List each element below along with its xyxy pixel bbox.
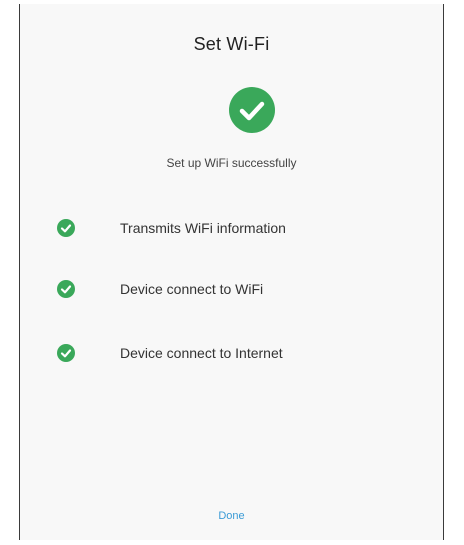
step-device-connect-internet: Device connect to Internet [57, 342, 283, 364]
check-circle-icon [57, 219, 75, 237]
status-message: Set up WiFi successfully [166, 156, 297, 170]
success-check-icon [229, 87, 275, 133]
step-device-connect-wifi: Device connect to WiFi [57, 278, 263, 300]
step-label: Device connect to Internet [120, 345, 283, 361]
check-circle-icon [57, 344, 75, 362]
step-label: Transmits WiFi information [120, 220, 286, 236]
done-button[interactable]: Done [20, 510, 443, 522]
step-label: Device connect to WiFi [120, 281, 264, 297]
dialog-title: Set Wi-Fi [193, 34, 270, 54]
step-transmit-wifi-info: Transmits WiFi information [57, 217, 286, 239]
check-circle-icon [57, 280, 75, 298]
wifi-setup-dialog: Set Wi-Fi Set up WiFi successfully Trans… [19, 4, 444, 540]
